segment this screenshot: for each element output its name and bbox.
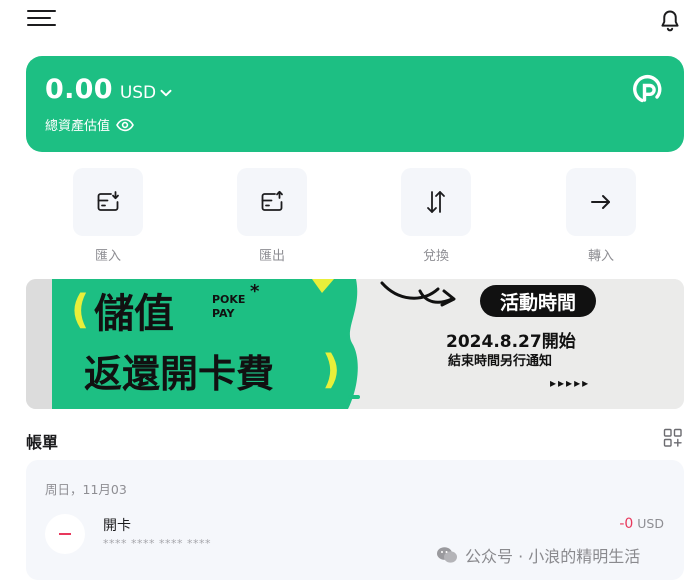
bill-amount-currency: USD xyxy=(637,516,664,531)
exchange-button[interactable]: 兌換 xyxy=(401,168,471,264)
balance-caption: 總資產估值 xyxy=(45,115,134,134)
withdraw-tile xyxy=(237,168,307,236)
banner-note: 結束時間另行通知 xyxy=(448,353,552,369)
wechat-icon xyxy=(437,547,457,563)
transfer-label: 轉入 xyxy=(587,249,614,264)
currency-label: USD xyxy=(119,83,157,103)
quick-actions: 匯入 匯出 兌換 轉入 xyxy=(0,168,700,268)
promo-banner[interactable]: ( ) 儲值 POKE PAY * 返還開卡費 活動時間 2024.8.27開始… xyxy=(26,279,684,409)
withdraw-button[interactable]: 匯出 xyxy=(237,168,307,264)
bill-amount-value: -0 xyxy=(619,516,634,532)
svg-text:(: ( xyxy=(71,287,89,333)
currency-selector[interactable]: USD xyxy=(120,83,173,103)
bill-date: 周日，11月03 xyxy=(45,482,127,497)
chevron-down-icon xyxy=(160,89,172,97)
svg-text:*: * xyxy=(250,281,260,302)
deposit-button[interactable]: 匯入 xyxy=(73,168,143,264)
bell-icon[interactable] xyxy=(657,8,683,34)
pokepay-logo-icon xyxy=(632,74,664,106)
transfer-arrow-icon xyxy=(591,195,610,209)
svg-text:): ) xyxy=(322,347,340,393)
deposit-icon xyxy=(97,191,119,211)
eye-icon[interactable] xyxy=(116,118,134,132)
bill-name: 開卡 xyxy=(103,518,131,534)
carousel-indicator[interactable] xyxy=(348,395,360,399)
top-bar xyxy=(0,0,700,44)
exchange-icon xyxy=(427,191,445,213)
exchange-tile xyxy=(401,168,471,236)
bills-title: 帳單 xyxy=(26,433,59,452)
banner-arrows: ▸▸▸▸▸ xyxy=(550,376,590,390)
balance-display: 0.00 USD xyxy=(45,74,173,105)
transfer-tile xyxy=(566,168,636,236)
deposit-label: 匯入 xyxy=(94,249,121,264)
banner-headline-2: 返還開卡費 xyxy=(84,352,274,396)
grid-add-icon[interactable] xyxy=(663,428,683,448)
withdraw-icon xyxy=(261,190,283,211)
watermark: 公众号 · 小浪的精明生活 xyxy=(436,543,640,567)
withdraw-label: 匯出 xyxy=(258,249,285,264)
bill-amount: -0 USD xyxy=(619,516,664,532)
exchange-label: 兌換 xyxy=(422,249,449,264)
transfer-button[interactable]: 轉入 xyxy=(566,168,636,264)
hamburger-menu-icon[interactable] xyxy=(27,10,57,28)
banner-brand-line-1: POKE xyxy=(212,293,245,306)
bill-card-mask: **** **** **** **** xyxy=(103,537,211,550)
banner-brand-line-2: PAY xyxy=(212,307,236,320)
watermark-text: 公众号 · 小浪的精明生活 xyxy=(465,547,641,566)
balance-card: 0.00 USD 總資產估值 xyxy=(26,56,684,152)
balance-caption-text: 總資產估值 xyxy=(45,119,111,134)
promo-banner-graphic: ( ) 儲值 POKE PAY * 返還開卡費 活動時間 2024.8.27開始… xyxy=(26,279,684,409)
banner-badge: 活動時間 xyxy=(500,291,576,314)
deposit-tile xyxy=(73,168,143,236)
minus-icon xyxy=(45,514,85,554)
banner-date: 2024.8.27開始 xyxy=(446,331,576,352)
balance-amount: 0.00 xyxy=(45,74,113,105)
banner-headline-1: 儲值 xyxy=(94,291,174,337)
